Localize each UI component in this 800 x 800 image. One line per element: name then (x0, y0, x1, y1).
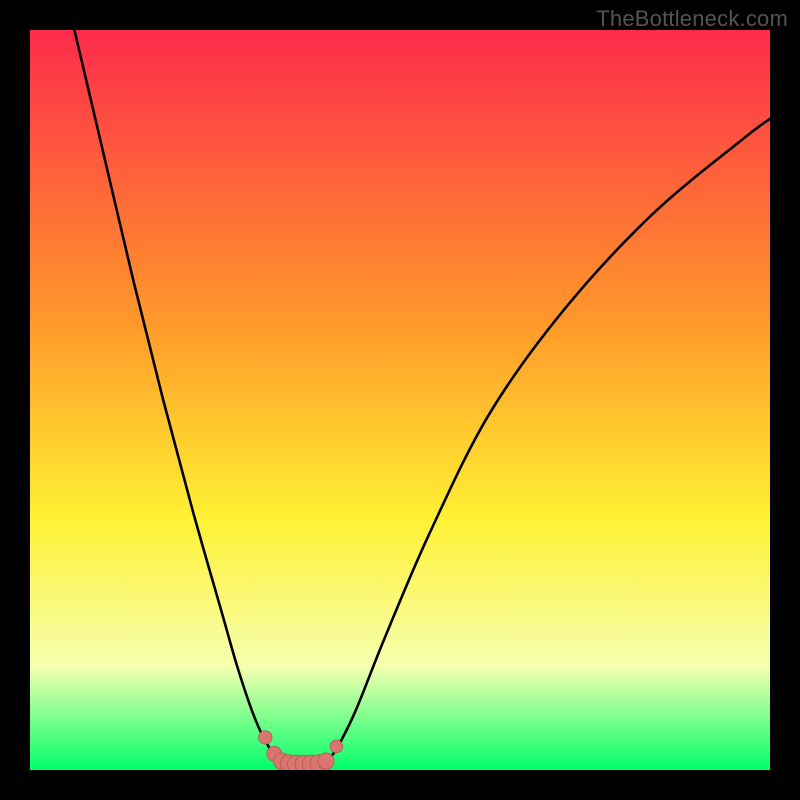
marker-dot (330, 740, 343, 753)
bottleneck-chart (30, 30, 770, 770)
watermark-text: TheBottleneck.com (596, 6, 788, 32)
marker-dot (318, 753, 334, 769)
chart-frame: TheBottleneck.com (0, 0, 800, 800)
marker-dot (259, 731, 272, 744)
gradient-background (30, 30, 770, 770)
